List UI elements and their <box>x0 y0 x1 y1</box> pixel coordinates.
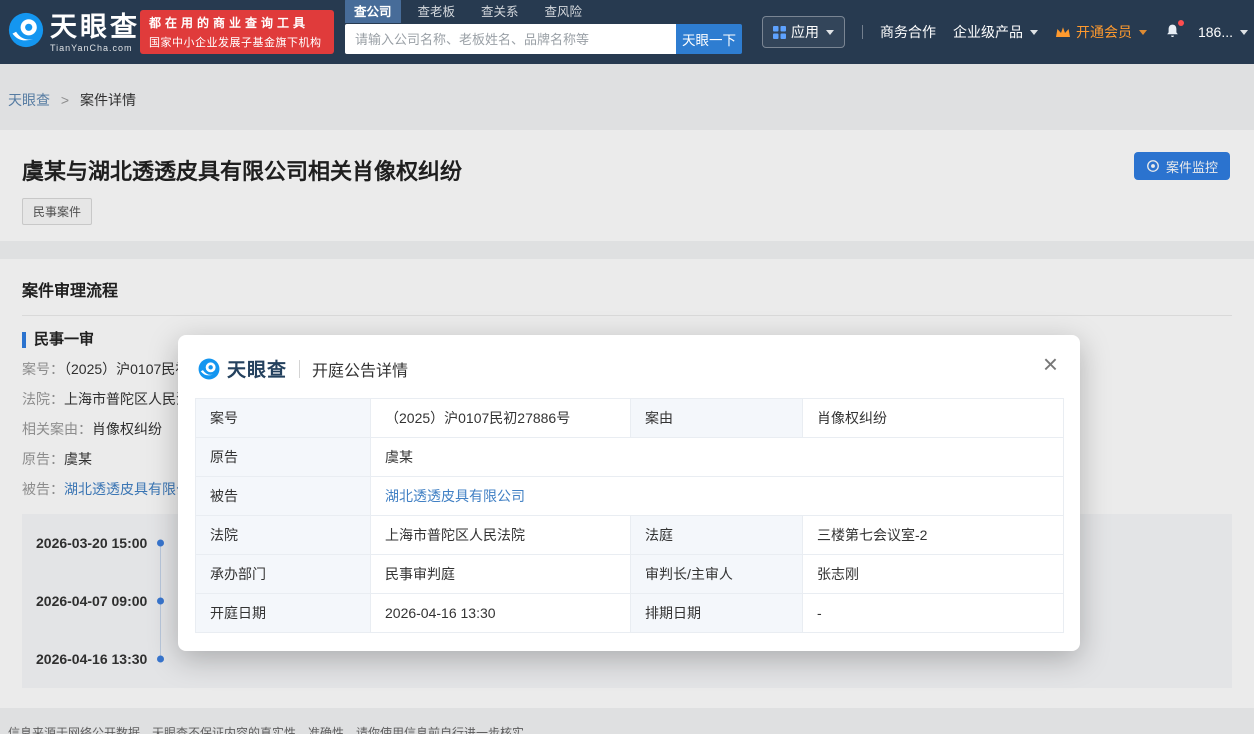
table-value: 2026-04-16 13:30 <box>370 593 631 633</box>
tianyancha-logo-icon <box>198 358 220 379</box>
search-tabs: 查公司 查老板 查关系 查风险 <box>345 0 742 23</box>
table-value: 张志刚 <box>802 554 1064 594</box>
modal-brand-name: 天眼查 <box>227 360 288 381</box>
brand-domain: TianYanCha.com <box>50 43 133 53</box>
enterprise-label: 企业级产品 <box>952 24 1023 40</box>
table-value: 虞某 <box>370 437 1064 477</box>
table-label: 承办部门 <box>195 554 371 594</box>
table-label: 法院 <box>195 515 371 555</box>
nav-enterprise-products[interactable]: 企业级产品 <box>953 22 1038 42</box>
search-button[interactable]: 天眼一下 <box>676 24 742 54</box>
header-nav: 应用 商务合作 企业级产品 开通会员 186... <box>761 0 1248 64</box>
hearing-detail-table: 案号 （2025）沪0107民初27886号 案由 肖像权纠纷 原告 虞某 被告… <box>195 398 1064 633</box>
caret-down-icon <box>825 29 834 35</box>
trust-badge: 都在用的商业查询工具 国家中小企业发展子基金旗下机构 <box>140 10 334 54</box>
grid-icon <box>772 25 786 39</box>
vip-label: 开通会员 <box>1075 24 1132 40</box>
table-label: 案号 <box>195 398 371 438</box>
table-value: 三楼第七会议室-2 <box>802 515 1064 555</box>
caret-down-icon <box>1029 29 1038 35</box>
badge-line-1: 都在用的商业查询工具 <box>149 16 310 30</box>
phone-label: 186... <box>1197 24 1233 40</box>
table-row: 被告 湖北透透皮具有限公司 <box>195 476 1064 516</box>
page: 天眼查 TianYanCha.com 都在用的商业查询工具 国家中小企业发展子基… <box>0 0 1254 734</box>
table-value: - <box>802 593 1064 633</box>
table-row: 开庭日期 2026-04-16 13:30 排期日期 - <box>195 593 1064 633</box>
table-label: 排期日期 <box>630 593 803 633</box>
modal-header-divider <box>299 359 301 378</box>
notification-dot <box>1177 19 1184 26</box>
table-label: 审判长/主审人 <box>630 554 803 594</box>
header-search: 查公司 查老板 查关系 查风险 天眼一下 <box>345 0 742 54</box>
table-label: 案由 <box>630 398 803 438</box>
brand-name: 天眼查 <box>50 12 140 42</box>
apps-label: 应用 <box>790 24 819 40</box>
top-header: 天眼查 TianYanCha.com 都在用的商业查询工具 国家中小企业发展子基… <box>0 0 1254 64</box>
table-label: 法庭 <box>630 515 803 555</box>
search-tab-relation[interactable]: 查关系 <box>472 0 528 23</box>
nav-business-cooperation[interactable]: 商务合作 <box>880 22 936 42</box>
notification-bell[interactable] <box>1164 19 1184 43</box>
modal-header: 天眼查 开庭公告详情 × <box>178 335 1080 382</box>
table-value: 肖像权纠纷 <box>802 398 1064 438</box>
tianyancha-logo-icon <box>8 12 44 48</box>
modal-brand: 天眼查 <box>198 355 287 382</box>
phone-account-menu[interactable]: 186... <box>1198 24 1248 40</box>
caret-down-icon <box>1138 29 1147 35</box>
modal-title: 开庭公告详情 <box>312 362 409 380</box>
search-input[interactable] <box>345 24 676 54</box>
search-tab-boss[interactable]: 查老板 <box>409 0 465 23</box>
nav-divider <box>861 25 863 39</box>
table-value: （2025）沪0107民初27886号 <box>370 398 631 438</box>
vip-upgrade[interactable]: 开通会员 <box>1055 22 1147 42</box>
table-label: 被告 <box>195 476 371 516</box>
table-row: 原告 虞某 <box>195 437 1064 477</box>
hearing-detail-modal: 天眼查 开庭公告详情 × 案号 （2025）沪0107民初27886号 案由 肖… <box>178 335 1080 651</box>
crown-icon <box>1055 26 1070 37</box>
brand-logo[interactable]: 天眼查 TianYanCha.com <box>8 12 140 53</box>
caret-down-icon <box>1240 29 1248 35</box>
table-row: 法院 上海市普陀区人民法院 法庭 三楼第七会议室-2 <box>195 515 1064 555</box>
cooperation-label: 商务合作 <box>879 24 936 40</box>
defendant-company-link[interactable]: 湖北透透皮具有限公司 <box>370 476 1064 516</box>
table-value: 民事审判庭 <box>370 554 631 594</box>
table-value: 上海市普陀区人民法院 <box>370 515 631 555</box>
badge-line-2: 国家中小企业发展子基金旗下机构 <box>149 37 322 49</box>
search-tab-risk[interactable]: 查风险 <box>536 0 592 23</box>
table-label: 原告 <box>195 437 371 477</box>
table-label: 开庭日期 <box>195 593 371 633</box>
modal-close-button[interactable]: × <box>1035 343 1066 385</box>
apps-menu[interactable]: 应用 <box>761 16 845 48</box>
table-row: 案号 （2025）沪0107民初27886号 案由 肖像权纠纷 <box>195 398 1064 438</box>
search-tab-company[interactable]: 查公司 <box>345 0 401 23</box>
table-row: 承办部门 民事审判庭 审判长/主审人 张志刚 <box>195 554 1064 594</box>
